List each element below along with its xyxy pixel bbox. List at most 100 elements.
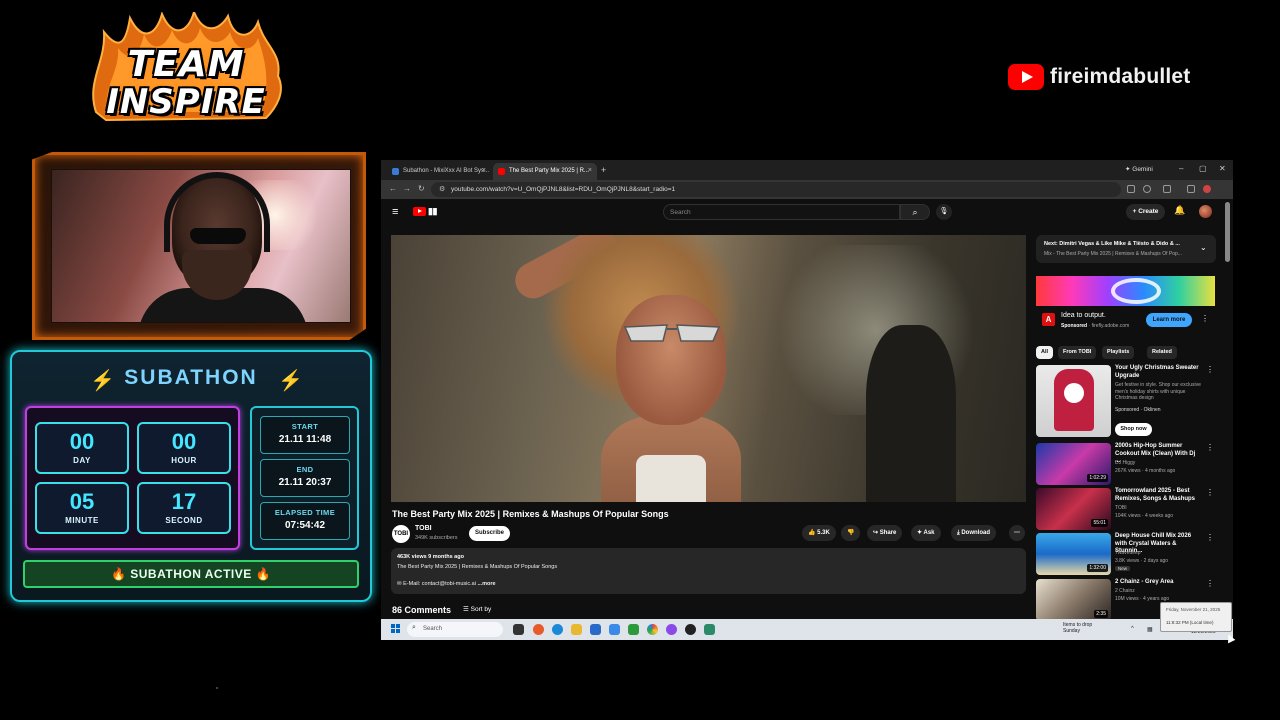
- new-tab-icon[interactable]: +: [601, 165, 606, 175]
- channel-name[interactable]: TOBI: [415, 525, 432, 532]
- tab-youtube[interactable]: The Best Party Mix 2025 | R... ×: [493, 163, 597, 180]
- gemini-button[interactable]: ✦ Gemini: [1125, 165, 1153, 173]
- store-icon[interactable]: [590, 624, 601, 635]
- more-vert-icon[interactable]: ⋮: [1201, 314, 1209, 323]
- chevron-down-icon[interactable]: ⌄: [1200, 243, 1207, 252]
- up-next-subtitle: Mix - The Best Party Mix 2025 | Remixes …: [1044, 251, 1182, 257]
- chevron-up-icon[interactable]: ^: [1131, 626, 1134, 632]
- more-vert-icon[interactable]: ⋮: [1206, 488, 1214, 497]
- windows-start-icon[interactable]: [391, 624, 401, 634]
- lightning-bolt-icon: ⚡: [278, 370, 303, 392]
- webcam-frame: [32, 152, 366, 340]
- back-icon[interactable]: ←: [389, 184, 397, 193]
- more-actions-icon[interactable]: ⋯: [1009, 525, 1025, 541]
- subathon-panel: ⚡ SUBATHON ⚡ 00 DAY 00 HOUR 05 MINUTE 17…: [10, 350, 372, 602]
- account-avatar[interactable]: [1199, 205, 1212, 218]
- youtube-favicon-icon: [498, 168, 505, 175]
- microphone-icon[interactable]: 🎙: [936, 204, 952, 220]
- tab-subathon[interactable]: Subathon - MixiXxx AI Bot Sys... ×: [387, 163, 491, 180]
- countdown-minute: 05 MINUTE: [35, 482, 129, 534]
- site-info-icon[interactable]: ⚙: [439, 185, 445, 193]
- thumbnail[interactable]: 55:01: [1036, 488, 1111, 530]
- sort-by-button[interactable]: ☰ Sort by: [463, 605, 491, 613]
- close-icon[interactable]: ×: [588, 167, 592, 174]
- bookmark-star-icon[interactable]: [1143, 185, 1151, 193]
- weather-widget[interactable]: Items to drop Sunday: [1063, 622, 1092, 634]
- page-scrollbar[interactable]: [1225, 202, 1230, 262]
- more-link[interactable]: ...more: [478, 581, 496, 587]
- thumbnail[interactable]: 1:32:00: [1036, 533, 1111, 575]
- file-explorer-icon[interactable]: [571, 624, 582, 635]
- recommendation-item[interactable]: 1:32:00 Deep House Chill Mix 2026 with C…: [1036, 533, 1216, 575]
- ask-button[interactable]: ✦ Ask: [911, 525, 941, 541]
- more-vert-icon[interactable]: ⋮: [1206, 365, 1214, 374]
- recommendation-item[interactable]: Your Ugly Christmas Sweater Upgrade Get …: [1036, 365, 1216, 437]
- xbox-icon[interactable]: [628, 624, 639, 635]
- shop-now-button[interactable]: Shop now: [1115, 423, 1152, 436]
- search-input[interactable]: Search: [663, 204, 900, 220]
- menu-icon[interactable]: ≡: [392, 206, 398, 218]
- edge-icon[interactable]: [552, 624, 563, 635]
- learn-more-button[interactable]: Learn more: [1146, 313, 1192, 327]
- chip-playlists[interactable]: Playlists: [1102, 346, 1135, 359]
- recommendation-channel: 2 Chainz: [1115, 588, 1135, 594]
- comments-count: 86 Comments: [392, 605, 452, 615]
- subathon-title: SUBATHON: [124, 366, 258, 389]
- chip-from-tobi[interactable]: From TOBI: [1058, 346, 1097, 359]
- create-button[interactable]: + Create: [1126, 204, 1165, 220]
- up-next-title: Next: Dimitri Vegas & Like Mike & Tiësto…: [1044, 241, 1180, 247]
- search-icon[interactable]: ⌕: [900, 204, 930, 220]
- team-inspire-logo: TEAM INSPIRE: [86, 12, 286, 124]
- extension-icon[interactable]: [1163, 185, 1171, 193]
- webcam-feed: [51, 169, 351, 323]
- recommendation-title: 2 Chainz - Grey Area: [1115, 579, 1174, 585]
- description-box[interactable]: 463K views 9 months ago The Best Party M…: [391, 548, 1026, 594]
- close-window-icon[interactable]: ✕: [1219, 164, 1226, 173]
- chip-related[interactable]: Related: [1147, 346, 1177, 359]
- app-icon[interactable]: [609, 624, 620, 635]
- description-email: ✉ E-Mail: contact@tobi-music.ai ...more: [397, 581, 496, 587]
- subscribe-button[interactable]: Subscribe: [469, 526, 510, 541]
- forward-icon[interactable]: →: [403, 184, 411, 193]
- recommendation-meta: 3.8K views · 2 days ago: [1115, 558, 1169, 564]
- video-player[interactable]: [391, 235, 1026, 502]
- taskbar-search-input[interactable]: ⌕ Search: [407, 622, 503, 637]
- app-icon[interactable]: [533, 624, 544, 635]
- chrome-icon[interactable]: [647, 624, 658, 635]
- ad-banner-image[interactable]: [1036, 276, 1215, 306]
- recommendation-item[interactable]: 55:01 Tomorrowland 2025 - Best Remixes, …: [1036, 488, 1216, 530]
- more-vert-icon[interactable]: ⋮: [1206, 533, 1214, 542]
- up-next-box[interactable]: Next: Dimitri Vegas & Like Mike & Tiësto…: [1036, 235, 1216, 263]
- recommendation-title: Tomorrowland 2025 - Best Remixes, Songs …: [1115, 488, 1196, 502]
- notifications-bell-icon[interactable]: 🔔: [1174, 205, 1185, 216]
- like-button[interactable]: 👍 5.3K: [802, 525, 836, 541]
- app-icon[interactable]: [685, 624, 696, 635]
- network-icon[interactable]: ▦: [1147, 626, 1153, 633]
- recommendation-item[interactable]: 1:02:29 2000s Hip-Hop Summer Cookout Mix…: [1036, 443, 1216, 485]
- more-vert-icon[interactable]: ⋮: [1206, 579, 1214, 588]
- extension-icon[interactable]: [1187, 185, 1195, 193]
- close-icon[interactable]: ×: [482, 167, 486, 174]
- app-icon[interactable]: [666, 624, 677, 635]
- url-field[interactable]: ⚙ youtube.com/watch?v=U_OmQjPJNL8&list=R…: [431, 182, 1121, 197]
- app-icon[interactable]: [704, 624, 715, 635]
- chip-all[interactable]: All: [1036, 346, 1054, 359]
- favicon-icon: [392, 168, 399, 175]
- share-button[interactable]: ↪ Share: [867, 525, 903, 541]
- download-button[interactable]: ⤓ Download: [951, 525, 996, 541]
- thumbnail[interactable]: [1036, 365, 1111, 437]
- youtube-wordmark[interactable]: ▮▮: [428, 206, 437, 217]
- maximize-icon[interactable]: ▢: [1199, 164, 1207, 173]
- thumbnail[interactable]: 1:02:29: [1036, 443, 1111, 485]
- profile-avatar-icon[interactable]: [1203, 185, 1211, 193]
- youtube-logo-icon[interactable]: [413, 207, 426, 216]
- extension-icon[interactable]: [1127, 185, 1135, 193]
- more-vert-icon[interactable]: ⋮: [1206, 443, 1214, 452]
- reload-icon[interactable]: ↻: [418, 184, 425, 193]
- minimize-icon[interactable]: –: [1179, 164, 1183, 173]
- task-view-icon[interactable]: [513, 624, 524, 635]
- thumbnail[interactable]: 2:35: [1036, 579, 1111, 621]
- team-logo-line2: INSPIRE: [106, 82, 266, 122]
- dislike-button[interactable]: 👎: [841, 525, 861, 541]
- channel-avatar[interactable]: TOBI: [392, 525, 410, 543]
